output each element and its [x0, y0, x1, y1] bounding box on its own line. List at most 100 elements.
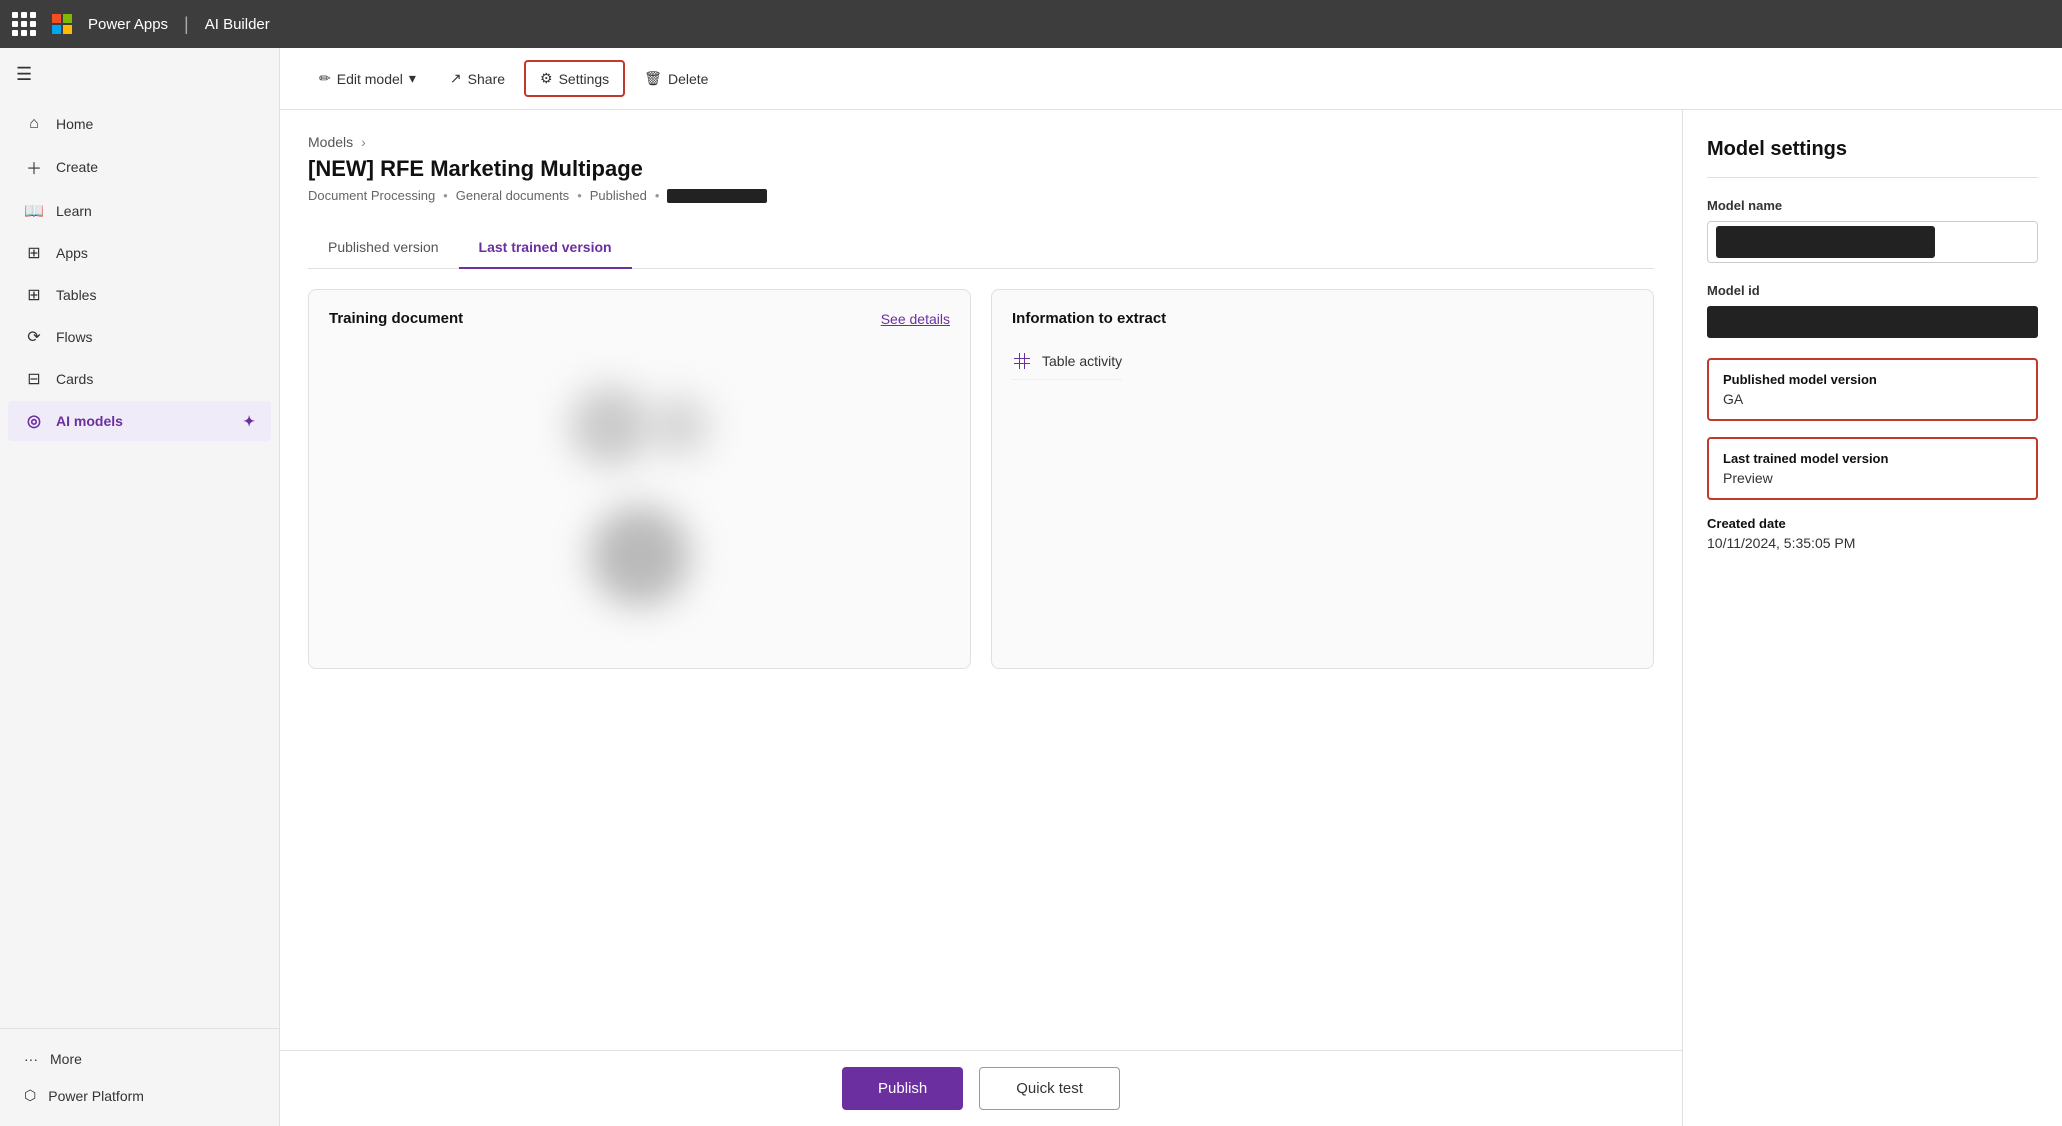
pin-icon: ✦	[243, 413, 255, 430]
page-content: Models › [NEW] RFE Marketing Multipage D…	[280, 110, 1682, 1050]
flows-icon: ⟳	[24, 327, 44, 347]
blob1	[570, 386, 650, 466]
main-content: Models › [NEW] RFE Marketing Multipage D…	[280, 110, 1682, 1126]
sidebar-item-home-label: Home	[56, 116, 93, 132]
table-icon	[1012, 353, 1032, 369]
apps-icon: ⊞	[24, 243, 44, 263]
action-bar: Publish Quick test	[280, 1050, 1682, 1126]
settings-button[interactable]: ⚙ Settings	[524, 60, 625, 97]
info-card-header: Information to extract	[1012, 310, 1633, 327]
page-subtitle: Document Processing • General documents …	[308, 188, 1654, 203]
product-name: AI Builder	[205, 16, 270, 33]
settings-icon: ⚙	[540, 70, 553, 87]
ai-models-icon: ◎	[24, 411, 44, 431]
model-id-label: Model id	[1707, 283, 2038, 298]
sidebar-nav: ⌂ Home ＋ Create 📖 Learn ⊞ Apps ⊞ Tables …	[0, 101, 279, 1028]
learn-icon: 📖	[24, 201, 44, 221]
cards-row: Training document See details	[308, 289, 1654, 669]
document-preview	[520, 346, 760, 646]
more-icon: ···	[24, 1051, 38, 1067]
panel-title: Model settings	[1707, 138, 2038, 178]
sidebar-item-cards[interactable]: ⊟ Cards	[8, 359, 271, 399]
delete-icon: 🗑	[644, 70, 662, 87]
app-name: Power Apps	[88, 16, 168, 33]
published-version-value: GA	[1723, 391, 2022, 407]
edit-model-button[interactable]: ✏ Edit model ▾	[304, 61, 431, 96]
model-name-redacted	[1716, 226, 1935, 258]
training-card-header: Training document See details	[329, 310, 950, 327]
sidebar-item-learn-label: Learn	[56, 203, 92, 219]
sidebar-item-tables[interactable]: ⊞ Tables	[8, 275, 271, 315]
create-icon: ＋	[24, 155, 44, 179]
sidebar-item-create[interactable]: ＋ Create	[8, 145, 271, 189]
page-title: [NEW] RFE Marketing Multipage	[308, 156, 1654, 182]
see-details-link[interactable]: See details	[881, 311, 950, 327]
sidebar-item-learn[interactable]: 📖 Learn	[8, 191, 271, 231]
info-extract-card: Information to extract	[991, 289, 1654, 669]
sidebar-item-more[interactable]: ··· More	[16, 1041, 263, 1077]
breadcrumb-chevron: ›	[361, 134, 366, 150]
hamburger-icon: ☰	[16, 64, 32, 84]
info-item-label: Table activity	[1042, 353, 1122, 369]
tabs-container: Published version Last trained version	[308, 227, 1654, 269]
blob3	[590, 506, 690, 606]
toolbar: ✏ Edit model ▾ ↗ Share ⚙ Settings 🗑 Dele…	[280, 48, 2062, 110]
info-card-content: Table activity	[1012, 343, 1633, 648]
tab-published-version[interactable]: Published version	[308, 227, 459, 269]
info-item-table-activity: Table activity	[1012, 343, 1122, 380]
breadcrumb: Models ›	[308, 134, 1654, 150]
edit-icon: ✏	[319, 70, 331, 87]
subtitle-status: Published	[590, 188, 647, 203]
subtitle-redacted	[667, 189, 767, 203]
waffle-button[interactable]	[12, 12, 36, 36]
training-card-content	[329, 343, 950, 648]
sidebar-item-ai-models[interactable]: ◎ AI models ✦	[8, 401, 271, 441]
last-trained-version-box: Last trained model version Preview	[1707, 437, 2038, 500]
published-version-label: Published model version	[1723, 372, 2022, 387]
publish-button[interactable]: Publish	[842, 1067, 963, 1110]
breadcrumb-parent[interactable]: Models	[308, 134, 353, 150]
sidebar-item-power-platform[interactable]: ⬡ Power Platform	[16, 1077, 263, 1114]
last-trained-version-value: Preview	[1723, 470, 2022, 486]
sidebar-bottom: ··· More ⬡ Power Platform	[0, 1028, 279, 1126]
sidebar: ☰ ⌂ Home ＋ Create 📖 Learn ⊞ Apps ⊞ Table…	[0, 48, 280, 1126]
subtitle-general: General documents	[456, 188, 569, 203]
info-card-title: Information to extract	[1012, 310, 1166, 327]
delete-label: Delete	[668, 71, 708, 87]
sidebar-item-cards-label: Cards	[56, 371, 93, 387]
training-document-card: Training document See details	[308, 289, 971, 669]
tables-icon: ⊞	[24, 285, 44, 305]
delete-button[interactable]: 🗑 Delete	[629, 61, 723, 96]
content-row: Models › [NEW] RFE Marketing Multipage D…	[280, 110, 2062, 1126]
sidebar-item-apps-label: Apps	[56, 245, 88, 261]
created-date-field: Created date 10/11/2024, 5:35:05 PM	[1707, 516, 2038, 551]
model-name-label: Model name	[1707, 198, 2038, 213]
sidebar-item-flows-label: Flows	[56, 329, 93, 345]
model-id-redacted	[1707, 306, 2038, 338]
model-name-input-container	[1707, 221, 2038, 263]
share-button[interactable]: ↗ Share	[435, 61, 520, 96]
cards-icon: ⊟	[24, 369, 44, 389]
training-card-title: Training document	[329, 310, 463, 327]
share-icon: ↗	[450, 70, 462, 87]
sidebar-collapse-button[interactable]: ☰	[0, 48, 279, 101]
tab-last-trained-version[interactable]: Last trained version	[459, 227, 632, 269]
share-label: Share	[468, 71, 505, 87]
sidebar-item-apps[interactable]: ⊞ Apps	[8, 233, 271, 273]
chevron-down-icon: ▾	[409, 70, 416, 87]
sidebar-item-flows[interactable]: ⟳ Flows	[8, 317, 271, 357]
sidebar-item-power-platform-label: Power Platform	[48, 1088, 144, 1104]
topbar: Power Apps | AI Builder	[0, 0, 2062, 48]
last-trained-version-label: Last trained model version	[1723, 451, 2022, 466]
edit-model-label: Edit model	[337, 71, 403, 87]
topbar-separator: |	[184, 14, 189, 35]
main-layout: ☰ ⌂ Home ＋ Create 📖 Learn ⊞ Apps ⊞ Table…	[0, 48, 2062, 1126]
sidebar-item-tables-label: Tables	[56, 287, 96, 303]
model-id-field: Model id	[1707, 283, 2038, 338]
published-version-box: Published model version GA	[1707, 358, 2038, 421]
sidebar-item-home[interactable]: ⌂ Home	[8, 105, 271, 143]
quick-test-button[interactable]: Quick test	[979, 1067, 1120, 1110]
created-date-value: 10/11/2024, 5:35:05 PM	[1707, 535, 2038, 551]
settings-label: Settings	[559, 71, 610, 87]
content-wrapper: ✏ Edit model ▾ ↗ Share ⚙ Settings 🗑 Dele…	[280, 48, 2062, 1126]
